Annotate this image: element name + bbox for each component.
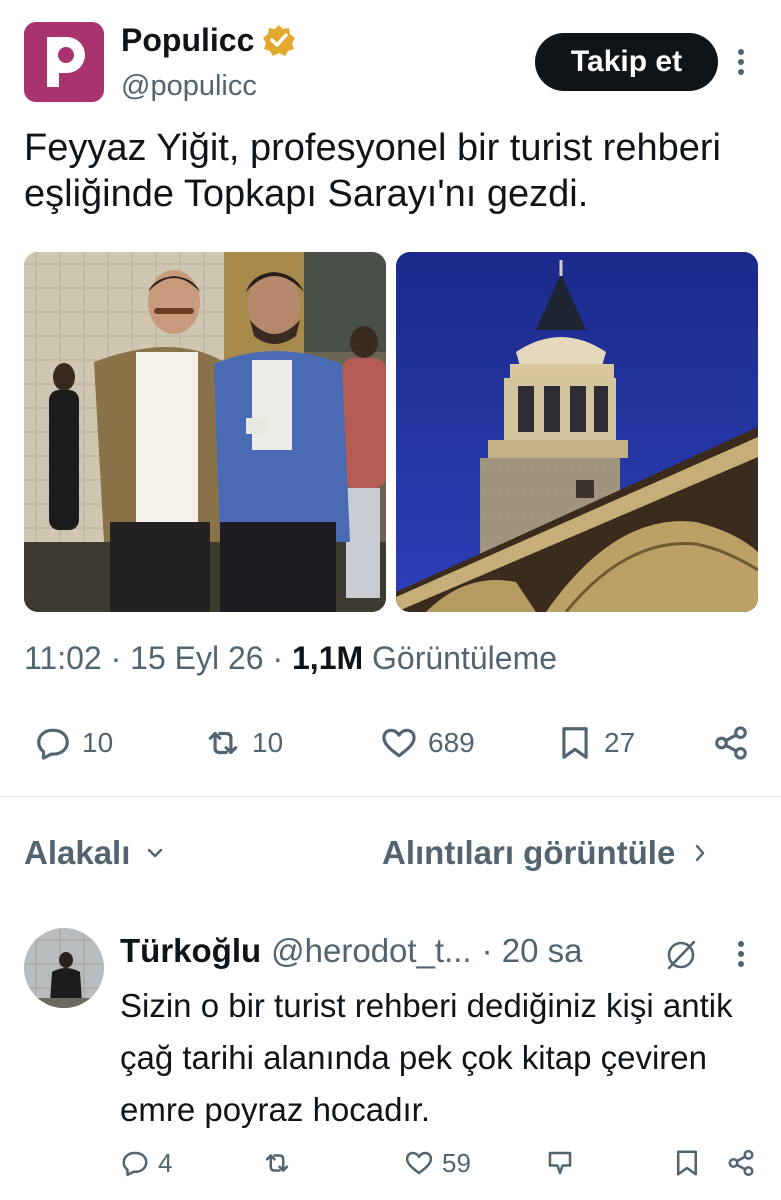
divider — [0, 796, 781, 797]
views-label: Görüntüleme — [363, 640, 558, 676]
follow-button[interactable]: Takip et — [535, 33, 718, 91]
photo-tower-illustration — [396, 252, 758, 612]
sort-label: Alakalı — [24, 834, 131, 871]
reply-reply-count: 4 — [158, 1147, 173, 1178]
grok-icon[interactable] — [664, 938, 698, 972]
reply-count: 10 — [82, 727, 114, 758]
reply-more-options-icon[interactable] — [733, 938, 749, 970]
views-count: 1,1M — [292, 640, 364, 676]
bookmark-count: 27 — [604, 727, 636, 758]
reply-author-name[interactable]: Türkoğlu — [120, 932, 261, 970]
tweet-image-1[interactable] — [24, 252, 386, 612]
tweet-meta: 11:02 · 15 Eyl 26 · 1,1M Görüntüleme — [24, 640, 557, 677]
reply-author-handle[interactable]: @herodot_t... — [271, 932, 471, 970]
reply-icon — [122, 1151, 148, 1177]
more-options-icon[interactable] — [733, 46, 749, 78]
reply-bookmark-button[interactable] — [672, 1146, 702, 1180]
bookmark-icon — [562, 727, 588, 759]
reply-retweet-button[interactable] — [262, 1146, 300, 1180]
account-name[interactable]: Populicc — [121, 22, 254, 59]
reply-icon — [37, 728, 69, 760]
reply-timestamp[interactable]: · 20 sa — [482, 932, 583, 970]
sort-dropdown[interactable]: Alakalı — [24, 834, 166, 872]
account-name-row: Populicc — [121, 20, 296, 60]
verified-badge-icon — [263, 25, 296, 56]
tweet-image-2[interactable] — [396, 252, 758, 612]
retweet-count: 10 — [252, 727, 284, 758]
account-avatar[interactable] — [24, 22, 104, 102]
view-quotes-link[interactable]: Alıntıları görüntüle — [382, 834, 711, 872]
chevron-down-icon — [148, 848, 163, 858]
account-handle[interactable]: @populicc — [121, 70, 257, 103]
reply-text: Sizin o bir turist rehberi dediğiniz kiş… — [120, 987, 733, 1128]
heart-icon — [382, 728, 416, 758]
share-button[interactable] — [712, 722, 750, 764]
like-count: 689 — [428, 727, 475, 758]
downvote-icon — [548, 1151, 572, 1175]
chevron-right-icon — [696, 844, 705, 862]
retweet-icon — [208, 731, 238, 755]
tweet-timestamp[interactable]: 11:02 · 15 Eyl 26 · — [24, 640, 292, 676]
like-button[interactable]: 689 — [380, 722, 475, 764]
populicc-logo-icon — [47, 37, 85, 87]
share-icon — [728, 1149, 754, 1177]
reply-downvote-button[interactable] — [545, 1146, 575, 1180]
heart-icon — [405, 1151, 433, 1175]
tweet-text: Feyyaz Yiğit, profesyonel bir turist reh… — [24, 127, 721, 215]
reply-reply-button[interactable]: 4 — [120, 1146, 172, 1180]
photo-two-men-illustration — [24, 252, 386, 612]
reply-like-count: 59 — [442, 1147, 471, 1178]
reply-header: Türkoğlu @herodot_t... · 20 sa — [120, 932, 583, 970]
view-quotes-label: Alıntıları görüntüle — [382, 834, 676, 871]
share-icon — [715, 726, 747, 760]
reply-share-button[interactable] — [726, 1146, 756, 1180]
reply-button[interactable]: 10 — [34, 722, 113, 764]
retweet-icon — [265, 1154, 289, 1172]
reply-like-button[interactable]: 59 — [404, 1146, 471, 1180]
bookmark-button[interactable]: 27 — [556, 722, 635, 764]
retweet-button[interactable]: 10 — [204, 722, 283, 764]
reply-avatar[interactable] — [24, 928, 104, 1008]
bookmark-icon — [677, 1150, 697, 1176]
reply-avatar-photo — [24, 928, 104, 1008]
